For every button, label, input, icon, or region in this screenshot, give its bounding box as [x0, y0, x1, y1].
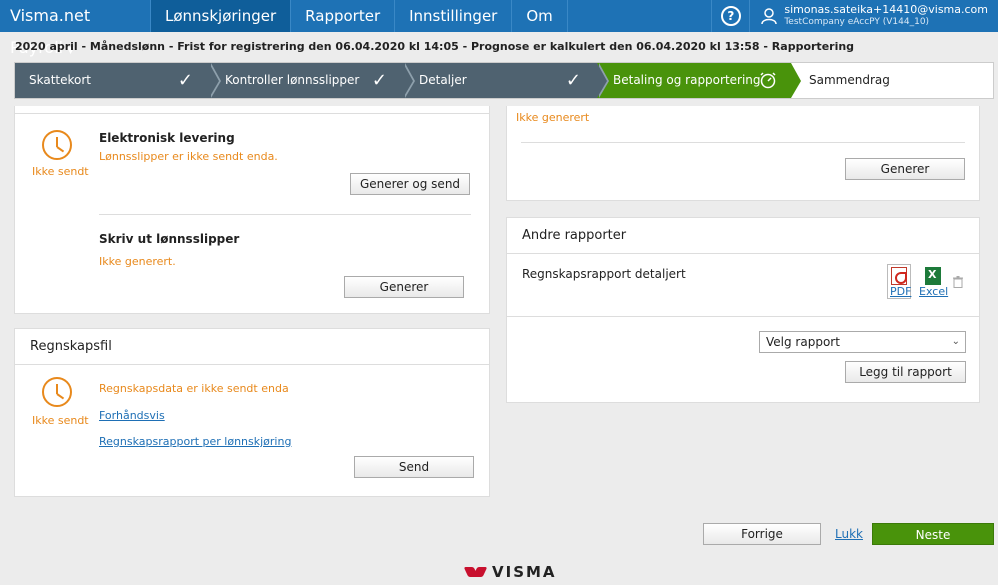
visma-logo-text: VISMA — [492, 563, 557, 581]
top-navigation-bar: Visma.net Payroll ▼ Lønnskjøringer Rappor… — [0, 0, 998, 57]
visma-logo-mark — [466, 565, 488, 579]
report-name: Regnskapsrapport detaljert — [522, 267, 686, 281]
pdf-download-button[interactable]: PDF — [887, 264, 911, 299]
user-icon — [761, 8, 778, 25]
payroll-run-header: 2020 april - Månedslønn - Frist for regi… — [15, 40, 855, 53]
step-label: Betaling og rapportering — [613, 73, 761, 87]
nav-rapporter[interactable]: Rapporter — [291, 0, 396, 32]
select-value: Velg rapport — [766, 335, 840, 349]
section-divider — [521, 142, 965, 143]
check-icon: ✓ — [177, 70, 193, 91]
step-label: Sammendrag — [809, 73, 890, 87]
panel-top-divider — [15, 113, 489, 114]
elektronisk-levering-title: Elektronisk levering — [99, 131, 235, 145]
regnskapsfil-title: Regnskapsfil — [15, 329, 489, 365]
nav-lonnskjoringer[interactable]: Lønnskjøringer — [151, 0, 292, 32]
user-menu[interactable]: simonas.sateika+14410@visma.com TestComp… — [749, 0, 998, 32]
skriv-ut-title: Skriv ut lønnsslipper — [99, 232, 240, 246]
check-icon: ✓ — [565, 70, 581, 91]
generer-button-right[interactable]: Generer — [845, 158, 965, 180]
excel-label: Excel — [919, 285, 949, 298]
step-kontroller-lonnsslipper[interactable]: Kontroller lønnsslipper ✓ — [209, 63, 415, 98]
forhandsvis-link[interactable]: Forhåndsvis — [99, 409, 165, 422]
nav-om[interactable]: Om — [512, 0, 568, 32]
regnskapsfil-panel: Regnskapsfil Ikke sendt Regnskapsdata er… — [14, 328, 490, 497]
neste-button[interactable]: Neste — [872, 523, 994, 545]
help-icon: ? — [720, 6, 741, 26]
visma-logo: VISMA — [466, 563, 557, 581]
section-divider — [99, 214, 471, 215]
step-sammendrag[interactable]: Sammendrag — [791, 63, 993, 98]
skriv-ut-message: Ikke generert. — [99, 255, 176, 268]
velg-rapport-select[interactable]: Velg rapport ⌄ — [759, 331, 966, 353]
regnskapsfil-message: Regnskapsdata er ikke sendt enda — [99, 382, 289, 395]
chevron-down-icon: ⌄ — [951, 336, 960, 347]
user-company: TestCompany eAccPY (V144_10) — [784, 17, 930, 27]
andre-rapporter-panel: Andre rapporter Regnskapsrapport detalje… — [506, 217, 980, 403]
excel-download-button[interactable]: Excel — [919, 267, 949, 298]
stopwatch-icon — [760, 72, 776, 89]
step-detaljer[interactable]: Detaljer ✓ — [403, 63, 609, 98]
step-label: Detaljer — [419, 73, 467, 87]
check-icon: ✓ — [371, 70, 387, 91]
elektronisk-levering-message: Lønnsslipper er ikke sendt enda. — [99, 150, 278, 163]
regnskapsfil-status: Ikke sendt — [32, 414, 89, 427]
legg-til-rapport-button[interactable]: Legg til rapport — [845, 361, 966, 383]
forrige-button[interactable]: Forrige — [703, 523, 821, 545]
generer-og-send-button[interactable]: Generer og send — [350, 173, 470, 195]
lonnsslipper-status: Ikke sendt — [32, 165, 89, 178]
trash-icon[interactable] — [953, 276, 963, 288]
andre-rapporter-title: Andre rapporter — [507, 218, 979, 254]
section-divider — [507, 316, 979, 317]
right-top-panel: Ikke generert Generer — [506, 106, 980, 201]
send-button[interactable]: Send — [354, 456, 474, 478]
clock-icon — [42, 130, 72, 160]
lonnsslipper-panel: Ikke sendt Elektronisk levering Lønnssli… — [14, 106, 490, 314]
wizard-steps: Skattekort ✓ Kontroller lønnsslipper ✓ D… — [14, 62, 994, 99]
user-email: simonas.sateika+14410@visma.com — [784, 3, 988, 16]
generer-button[interactable]: Generer — [344, 276, 464, 298]
step-skattekort[interactable]: Skattekort ✓ — [15, 63, 221, 98]
help-button[interactable]: ? — [711, 0, 749, 32]
pdf-label: PDF — [890, 285, 912, 298]
step-label: Kontroller lønnsslipper — [225, 73, 360, 87]
lukk-link[interactable]: Lukk — [835, 527, 863, 541]
right-top-message: Ikke generert — [516, 111, 590, 124]
step-betaling-og-rapportering[interactable]: Betaling og rapportering — [597, 63, 801, 98]
app-brand-menu[interactable]: Visma.net Payroll ▼ — [0, 0, 151, 57]
regnskapsrapport-link[interactable]: Regnskapsrapport per lønnskjøring — [99, 435, 291, 448]
excel-icon — [925, 267, 941, 285]
nav-innstillinger[interactable]: Innstillinger — [395, 0, 513, 32]
step-label: Skattekort — [29, 73, 92, 87]
pdf-icon — [891, 267, 907, 285]
clock-icon — [42, 377, 72, 407]
